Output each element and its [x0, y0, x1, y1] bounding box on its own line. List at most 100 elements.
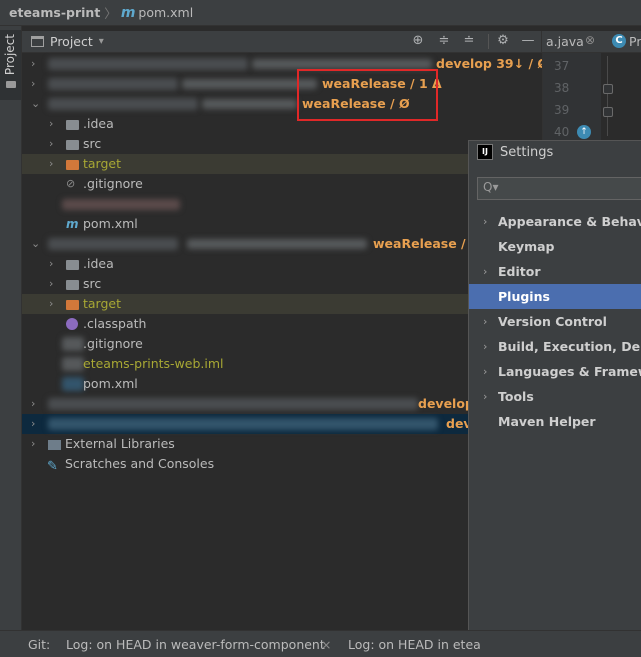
settings-item-maven-helper[interactable]: Maven Helper	[469, 409, 641, 434]
settings-item-tools[interactable]: › Tools	[469, 384, 641, 409]
git-branch-label: develop	[418, 396, 474, 411]
chevron-right-icon[interactable]: ›	[49, 134, 53, 154]
tree-row-idea[interactable]: › .idea	[22, 114, 541, 134]
settings-item-languages[interactable]: › Languages & Frameworks	[469, 359, 641, 384]
toolbar-divider	[488, 34, 489, 49]
project-panel-title: Project	[50, 34, 93, 49]
redacted-path	[252, 59, 432, 69]
locate-icon[interactable]: ⊕	[410, 33, 426, 48]
tree-row-redacted[interactable]	[22, 194, 541, 214]
git-log-tab-2[interactable]: Log: on HEAD in etea	[348, 637, 481, 652]
tree-row-external-libraries[interactable]: › External Libraries	[22, 434, 541, 454]
tree-row-scratches[interactable]: ✎ Scratches and Consoles	[22, 454, 541, 474]
settings-item-keymap[interactable]: Keymap	[469, 234, 641, 259]
settings-item-label: Plugins	[498, 289, 550, 304]
tree-row-module-3[interactable]: ⌄ weaRelease / Ø	[22, 94, 541, 114]
fold-marker-icon[interactable]	[603, 107, 613, 117]
redacted-icon	[62, 377, 84, 391]
settings-item-build[interactable]: › Build, Execution, Deployment	[469, 334, 641, 359]
chevron-right-icon: ›	[483, 340, 488, 353]
tree-item-label: .gitignore	[83, 336, 143, 351]
line-number: 37	[554, 59, 570, 73]
tree-item-label: External Libraries	[65, 436, 175, 451]
folder-icon	[66, 280, 79, 290]
chevron-right-icon: ›	[483, 390, 488, 403]
editor-tab-java[interactable]: a.java	[546, 34, 584, 49]
breadcrumb-project[interactable]: eteams-print	[9, 5, 100, 20]
tree-row-src[interactable]: › src	[22, 274, 541, 294]
tree-row-gitignore[interactable]: ⊘ .gitignore	[22, 174, 541, 194]
gear-icon[interactable]: ⚙	[495, 33, 511, 48]
chevron-right-icon[interactable]: ›	[31, 394, 35, 414]
chevron-right-icon[interactable]: ›	[49, 114, 53, 134]
intellij-logo-icon: IJ	[477, 144, 493, 160]
editor-code-area[interactable]	[611, 53, 641, 143]
tree-row-iml[interactable]: eteams-prints-web.iml	[22, 354, 541, 374]
tree-row-gitignore[interactable]: .gitignore	[22, 334, 541, 354]
settings-item-appearance[interactable]: › Appearance & Behavior	[469, 209, 641, 234]
chevron-down-icon[interactable]: ⌄	[31, 234, 40, 254]
settings-item-label: Maven Helper	[498, 414, 596, 429]
tree-item-label: .idea	[83, 256, 114, 271]
tree-row-pom[interactable]: pom.xml	[22, 374, 541, 394]
hide-icon[interactable]: —	[520, 33, 536, 48]
tree-row-module-2[interactable]: › weaRelease / 1 Δ	[22, 74, 541, 94]
tree-row-target[interactable]: › target	[22, 294, 541, 314]
chevron-right-icon[interactable]: ›	[49, 294, 53, 314]
chevron-right-icon[interactable]: ›	[49, 154, 53, 174]
chevron-right-icon[interactable]: ›	[31, 434, 35, 454]
tree-row-module-4[interactable]: ⌄ weaRelease / Ø	[22, 234, 541, 254]
settings-item-label: Languages & Frameworks	[498, 364, 641, 379]
fold-marker-icon[interactable]	[603, 84, 613, 94]
git-branch-label: develop 39↓ / Ø	[436, 56, 548, 71]
tree-row-module-1[interactable]: › develop 39↓ / Ø	[22, 54, 548, 74]
breadcrumb-file[interactable]: pom.xml	[138, 5, 193, 20]
expand-all-icon[interactable]: ≑	[436, 33, 452, 48]
settings-item-editor[interactable]: › Editor	[469, 259, 641, 284]
redacted-module-name	[48, 418, 438, 430]
settings-item-label: Version Control	[498, 314, 607, 329]
tree-item-label: pom.xml	[83, 376, 138, 391]
breadcrumb-separator: 〉	[104, 6, 117, 21]
git-branch-label: weaRelease / Ø	[373, 236, 481, 251]
settings-item-label: Editor	[498, 264, 541, 279]
tree-row-module-6[interactable]: › devel	[22, 414, 541, 434]
chevron-right-icon[interactable]: ›	[31, 74, 35, 94]
chevron-down-icon[interactable]: ⌄	[31, 94, 40, 114]
redacted-icon	[62, 357, 84, 371]
tree-row-idea[interactable]: › .idea	[22, 254, 541, 274]
close-tab-icon[interactable]: ⊗	[585, 33, 595, 47]
collapse-all-icon[interactable]: ≐	[461, 33, 477, 48]
tree-item-label: target	[83, 296, 122, 311]
tree-row-src[interactable]: › src	[22, 134, 541, 154]
project-tool-tab-label[interactable]: Project	[3, 34, 17, 75]
chevron-right-icon[interactable]: ›	[49, 274, 53, 294]
gitignore-file-icon: ⊘	[66, 177, 76, 190]
settings-search-input[interactable]	[477, 177, 641, 200]
chevron-right-icon[interactable]: ›	[31, 54, 35, 74]
excluded-folder-icon	[66, 160, 79, 170]
class-file-icon: C	[612, 34, 626, 48]
tree-row-module-5[interactable]: › develop	[22, 394, 541, 414]
redacted-module-name	[48, 78, 178, 90]
tree-item-label: eteams-prints-web.iml	[83, 356, 224, 371]
chevron-right-icon[interactable]: ›	[31, 414, 35, 434]
settings-item-plugins[interactable]: Plugins	[469, 284, 641, 309]
project-view-selector[interactable]: Project ▾	[31, 34, 104, 49]
folder-icon	[66, 120, 79, 130]
tree-row-classpath[interactable]: .classpath	[22, 314, 541, 334]
redacted-icon	[62, 337, 84, 351]
library-icon	[48, 440, 61, 450]
tree-item-label: Scratches and Consoles	[65, 456, 215, 471]
chevron-right-icon[interactable]: ›	[49, 254, 53, 274]
close-icon[interactable]: ×	[321, 637, 331, 652]
editor-tab-second[interactable]: Pr	[629, 34, 641, 49]
git-log-tab-1[interactable]: Log: on HEAD in weaver-form-component	[66, 637, 325, 652]
git-tool-label[interactable]: Git:	[28, 637, 50, 652]
settings-title: Settings	[500, 144, 554, 160]
tree-row-pom[interactable]: m pom.xml	[22, 214, 541, 234]
tree-row-target[interactable]: › target	[22, 154, 541, 174]
override-gutter-icon[interactable]: ↑	[577, 125, 591, 139]
settings-item-version-control[interactable]: › Version Control	[469, 309, 641, 334]
maven-file-icon: m	[120, 4, 136, 21]
